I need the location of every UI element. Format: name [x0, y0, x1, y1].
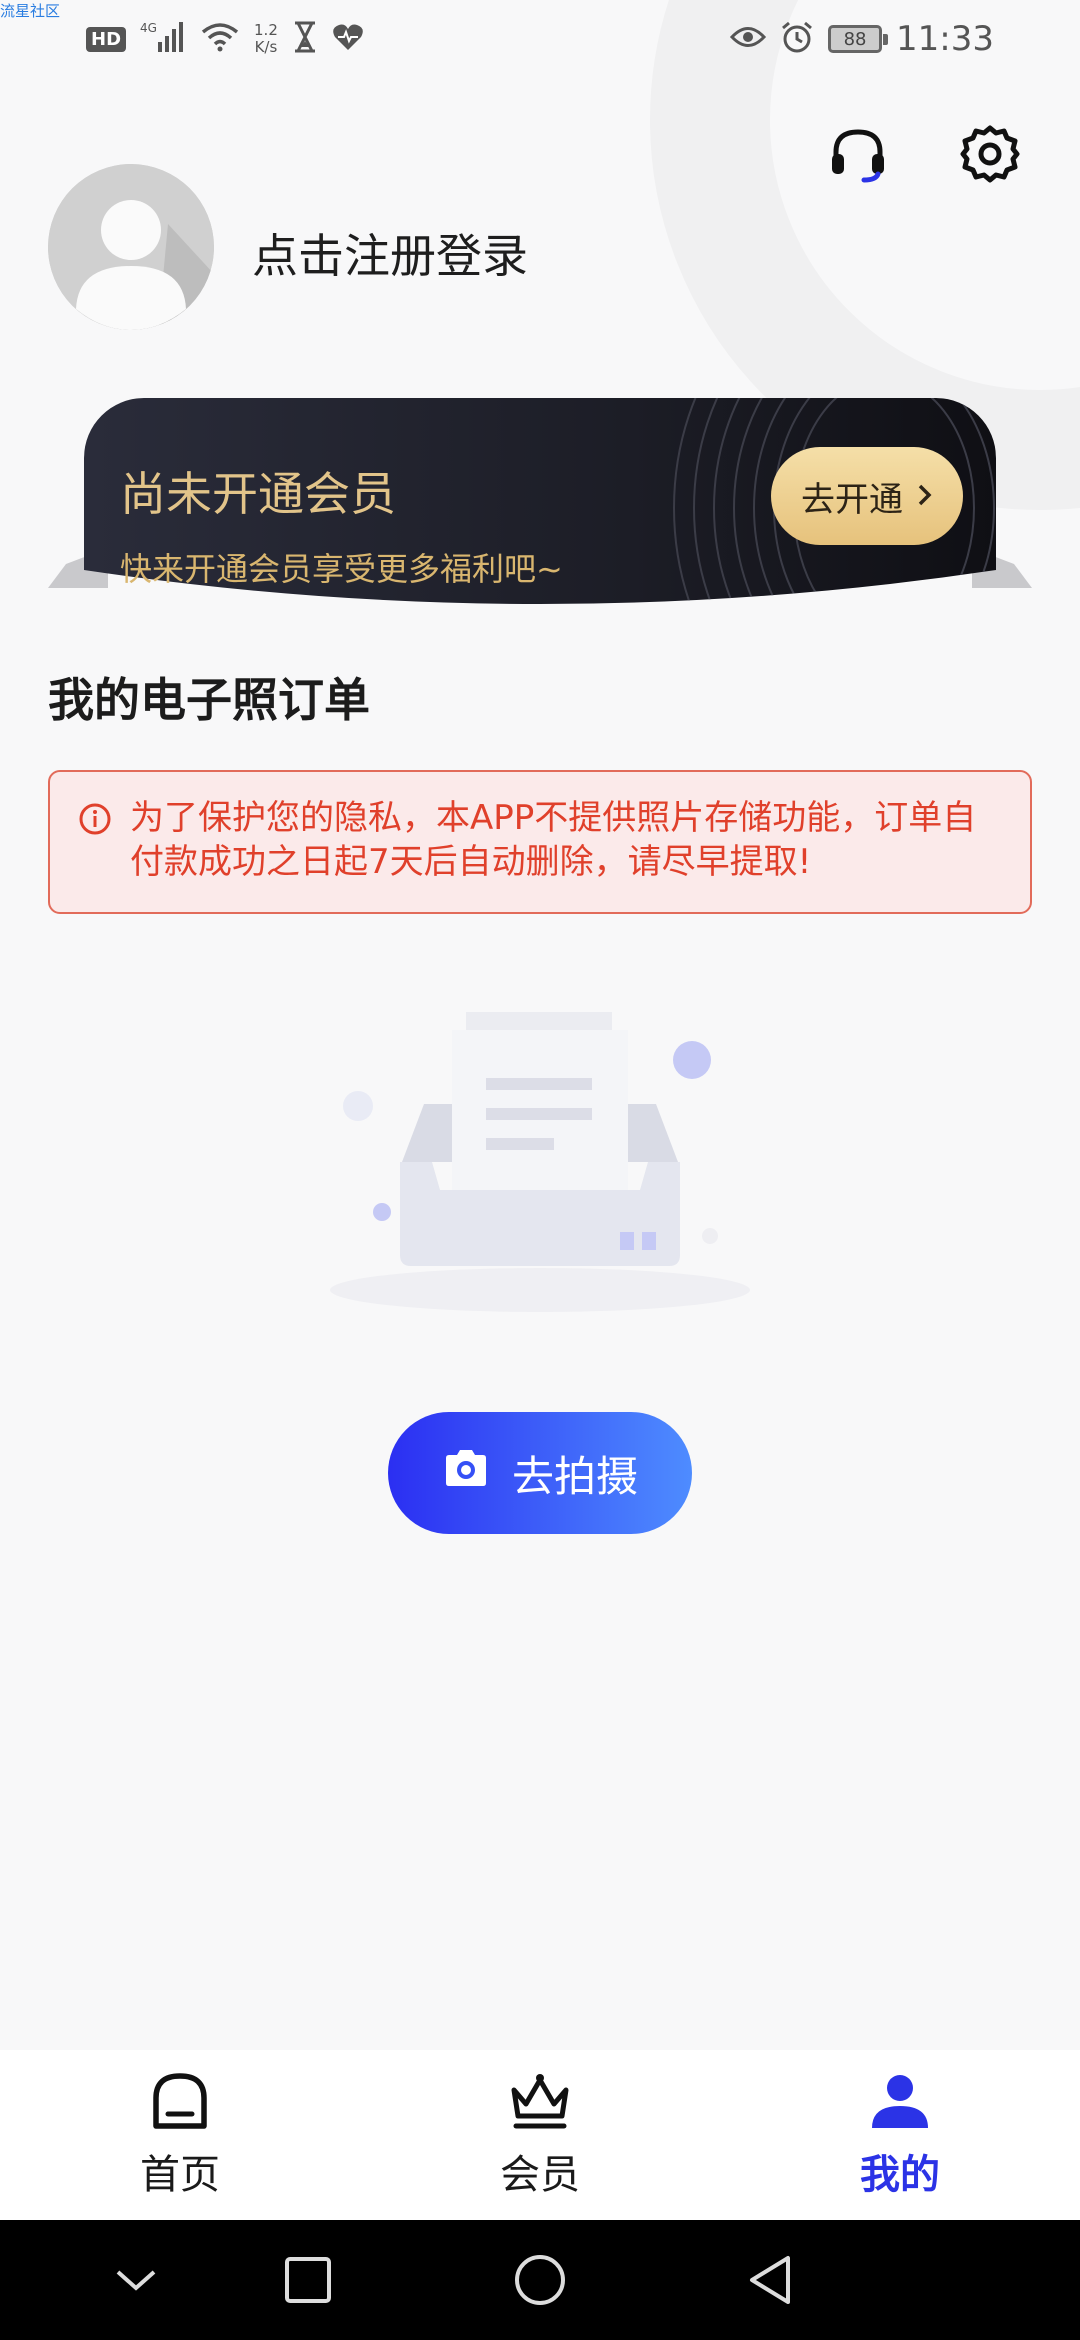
open-membership-label: 去开通 — [801, 479, 903, 520]
notice-text: 为了保护您的隐私，本APP不提供照片存储功能，订单自付款成功之日起7天后自动删除… — [130, 798, 977, 882]
network-type: 4G — [140, 21, 157, 35]
tab-membership[interactable]: 会员 — [440, 2070, 640, 2210]
go-shoot-label: 去拍摄 — [511, 1451, 638, 1501]
hd-badge: HD — [86, 26, 127, 52]
privacy-notice: 为了保护您的隐私，本APP不提供照片存储功能，订单自付款成功之日起7天后自动删除… — [48, 770, 1032, 914]
bottom-tab-bar: 首页 会员 我的 — [0, 2050, 1080, 2220]
info-icon — [78, 802, 112, 836]
health-heart-icon — [332, 22, 364, 56]
recent-apps-button[interactable] — [278, 2250, 338, 2310]
open-membership-button[interactable]: 去开通 — [771, 447, 963, 545]
empty-orders-illustration — [320, 1000, 760, 1320]
battery-level: 88 — [843, 28, 867, 50]
hourglass-icon — [292, 21, 318, 57]
system-navigation-bar — [0, 2220, 1080, 2340]
battery-icon: 88 — [828, 25, 889, 53]
watermark: 流星社区 — [0, 2, 61, 20]
alarm-icon — [780, 20, 814, 58]
tab-label: 我的 — [860, 2152, 940, 2198]
profile-icon — [868, 2070, 932, 2134]
home-icon — [148, 2070, 212, 2134]
avatar[interactable] — [48, 164, 214, 330]
tab-home[interactable]: 首页 — [80, 2070, 280, 2210]
headset-icon[interactable] — [828, 124, 888, 184]
gear-icon[interactable] — [960, 124, 1020, 184]
crown-icon — [508, 2070, 572, 2134]
vip-title: 尚未开通会员 — [120, 467, 396, 521]
chevron-right-icon — [917, 476, 933, 516]
go-shoot-button[interactable]: 去拍摄 — [388, 1412, 692, 1534]
eye-icon — [729, 24, 767, 54]
home-button[interactable] — [510, 2250, 570, 2310]
login-register-link[interactable]: 点击注册登录 — [252, 220, 528, 286]
cell-signal-icon: 4G — [140, 20, 186, 58]
network-speed: 1.2 K/s — [254, 21, 278, 56]
camera-icon — [442, 1448, 490, 1498]
vip-subtitle: 快来开通会员享受更多福利吧~ — [120, 550, 563, 588]
tab-mine[interactable]: 我的 — [800, 2070, 1000, 2210]
wifi-icon — [200, 22, 240, 56]
back-button[interactable] — [742, 2250, 802, 2310]
tab-label: 会员 — [500, 2152, 580, 2198]
collapse-chevron-icon[interactable] — [106, 2250, 166, 2310]
clock: 11:33 — [896, 19, 994, 59]
status-bar: HD 4G 1.2 K/s 88 11:33 — [0, 0, 1080, 80]
section-title: 我的电子照订单 — [48, 673, 370, 727]
tab-label: 首页 — [140, 2152, 220, 2198]
